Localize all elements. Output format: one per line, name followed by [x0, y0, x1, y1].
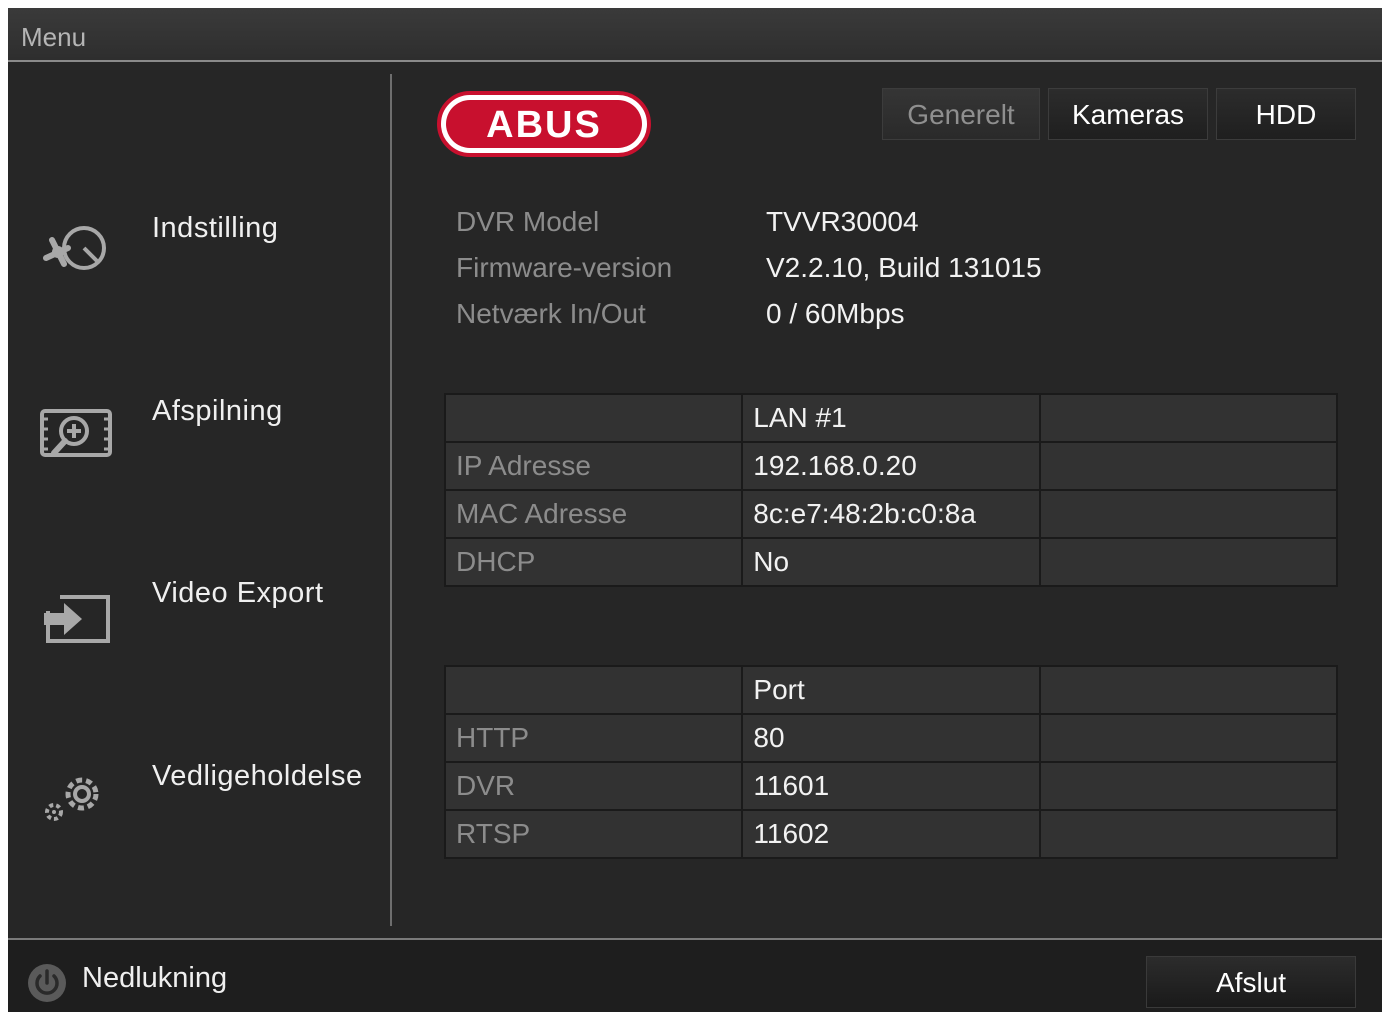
- network-table: LAN #1 IP Adresse 192.168.0.20 MAC Adres…: [443, 393, 1338, 587]
- table-cell: [1038, 665, 1339, 715]
- table-cell: [1038, 809, 1339, 859]
- http-label: HTTP: [443, 713, 744, 763]
- shutdown-button[interactable]: Nedlukning: [82, 962, 227, 995]
- table-cell: [1039, 537, 1338, 587]
- dvr-menu-screen: Menu Indstilling Afspilning Video Export: [8, 8, 1382, 1012]
- bottom-bar: Nedlukning Afslut: [8, 938, 1382, 1012]
- tab-hdd[interactable]: HDD: [1216, 88, 1356, 140]
- ip-address-value: 192.168.0.20: [741, 441, 1042, 491]
- sidebar-item-label: Afspilning: [152, 395, 283, 427]
- table-row: IP Adresse 192.168.0.20: [443, 441, 1338, 491]
- title-bar: Menu: [8, 8, 1382, 62]
- http-port-value: 80: [741, 713, 1041, 763]
- table-cell: [443, 665, 744, 715]
- table-row: HTTP 80: [443, 713, 1339, 763]
- mac-address-label: MAC Adresse: [443, 489, 744, 539]
- firmware-version-label: Firmware-version: [456, 252, 673, 283]
- table-cell: [1039, 441, 1338, 491]
- logo-text: ABUS: [486, 104, 602, 146]
- dhcp-value: No: [741, 537, 1042, 587]
- rtsp-port-value: 11602: [741, 809, 1041, 859]
- sidebar-item-label: Vedligeholdelse: [152, 760, 363, 792]
- ip-address-label: IP Adresse: [443, 441, 744, 491]
- sidebar-item-afspilning[interactable]: Afspilning: [28, 381, 388, 491]
- rtsp-label: RTSP: [443, 809, 744, 859]
- table-row: RTSP 11602: [443, 809, 1339, 859]
- table-header-row: Port: [443, 665, 1339, 715]
- table-header-cell: LAN #1: [741, 393, 1042, 443]
- abus-logo: ABUS: [437, 91, 651, 157]
- port-table: Port HTTP 80 DVR 11601 RTSP 11602: [443, 665, 1339, 859]
- sidebar-item-indstilling[interactable]: Indstilling: [28, 198, 388, 308]
- mac-address-value: 8c:e7:48:2b:c0:8a: [741, 489, 1042, 539]
- exit-button[interactable]: Afslut: [1146, 956, 1356, 1008]
- network-io-label: Netværk In/Out: [456, 298, 646, 329]
- table-cell: [1038, 761, 1339, 811]
- tab-generelt[interactable]: Generelt: [882, 88, 1040, 140]
- sidebar-item-vedligeholdelse[interactable]: Vedligeholdelse: [28, 746, 388, 856]
- table-header-cell: Port: [741, 665, 1041, 715]
- dvr-label: DVR: [443, 761, 744, 811]
- dvr-port-value: 11601: [741, 761, 1041, 811]
- sidebar-item-label: Indstilling: [152, 212, 279, 244]
- dhcp-label: DHCP: [443, 537, 744, 587]
- table-cell: [1039, 393, 1338, 443]
- power-icon[interactable]: [26, 962, 68, 1004]
- sidebar-item-video-export[interactable]: Video Export: [28, 563, 388, 673]
- sidebar-divider: [390, 74, 392, 926]
- export-icon: [44, 595, 110, 643]
- window-title: Menu: [21, 22, 87, 52]
- firmware-version-value: V2.2.10, Build 131015: [766, 252, 1042, 283]
- sidebar-item-label: Video Export: [152, 577, 324, 609]
- playback-search-icon: [40, 409, 112, 457]
- table-row: DHCP No: [443, 537, 1338, 587]
- network-io-value: 0 / 60Mbps: [766, 298, 905, 329]
- table-cell: [1038, 713, 1339, 763]
- dvr-model-label: DVR Model: [456, 206, 600, 237]
- maintenance-gears-icon: [45, 777, 99, 821]
- settings-tools-icon: [43, 226, 106, 270]
- dvr-model-value: TVVR30004: [766, 206, 919, 237]
- table-row: MAC Adresse 8c:e7:48:2b:c0:8a: [443, 489, 1338, 539]
- table-row: DVR 11601: [443, 761, 1339, 811]
- table-cell: [443, 393, 744, 443]
- table-header-row: LAN #1: [443, 393, 1338, 443]
- tab-kameras[interactable]: Kameras: [1048, 88, 1208, 140]
- table-cell: [1039, 489, 1338, 539]
